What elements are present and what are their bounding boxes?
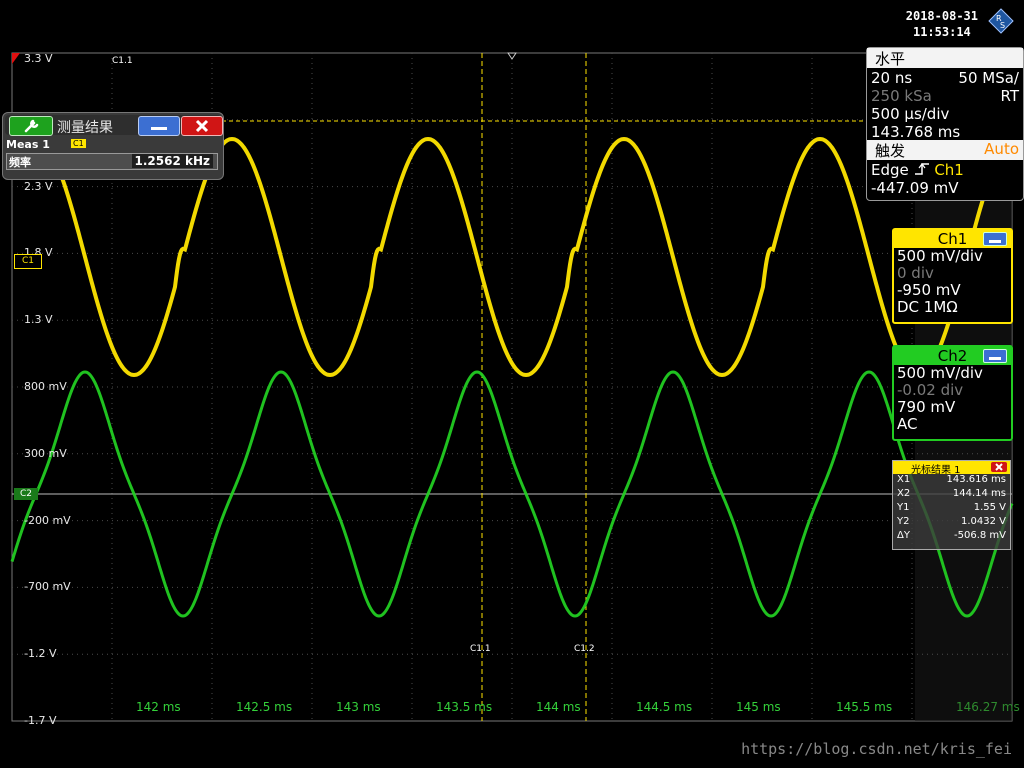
ch1-coupling: DC 1MΩ [897, 298, 958, 316]
y-tick-label: -1.2 V [24, 647, 57, 661]
trigger-type: Edge [871, 161, 909, 179]
ch1-panel[interactable]: Ch1 500 mV/div 0 div -950 mV DC 1MΩ [892, 228, 1013, 324]
ch1-scale: 500 mV/div [897, 247, 983, 265]
cursor-result-key: Y1 [897, 502, 910, 513]
ch2-offset-marker[interactable]: C2 [14, 488, 38, 500]
measurement-panel-header: 测量结果 [5, 115, 223, 136]
ch1-offset: -950 mV [897, 281, 961, 299]
horizontal-trigger-panel[interactable]: 水平 20 ns 50 MSa/ 250 kSa RT 500 µs/div 1… [866, 47, 1024, 201]
y-tick-label: -700 mV [24, 580, 71, 594]
measurement-param: 频率 [9, 156, 31, 169]
ch1-name: Ch1 [937, 230, 968, 248]
measurement-panel[interactable]: 测量结果 Meas 1 C1 频率 1.2562 kHz [2, 112, 224, 180]
y-tick-label: 2.3 V [24, 179, 53, 193]
ch2-position: -0.02 div [897, 381, 964, 399]
cursor-result-value: 1.55 V [973, 502, 1006, 513]
measurement-minimize-button[interactable] [138, 116, 180, 136]
measurement-panel-title: 测量结果 [57, 120, 113, 136]
cursor-result-key: Y2 [897, 516, 910, 527]
measurement-settings-button[interactable] [9, 116, 53, 136]
trigger-header-label: 触发 [875, 142, 906, 160]
cursor-result-key: X2 [897, 488, 911, 499]
trigger-header[interactable]: 触发 Auto [867, 140, 1023, 160]
ch2-scale: 500 mV/div [897, 364, 983, 382]
y-tick-label: -200 mV [24, 513, 71, 527]
ch2-minimize-button[interactable] [983, 349, 1007, 363]
horizontal-record-length: 250 kSa [871, 87, 932, 105]
minimize-icon [151, 127, 167, 130]
ch1-header[interactable]: Ch1 [894, 230, 1011, 248]
time-text: 11:53:14 [912, 25, 971, 39]
cursor-result-row: X1 143.616 ms [893, 474, 1010, 488]
trigger-source: Ch1 [934, 161, 964, 179]
cursor-results-header[interactable]: 光标结果 1 [893, 461, 1010, 476]
wrench-icon [24, 119, 39, 133]
rs-logo-icon: R S [988, 8, 1014, 34]
cursor-result-key: X1 [897, 474, 911, 485]
close-icon [995, 463, 1003, 471]
cursor-result-value: 143.616 ms [946, 474, 1006, 485]
trigger-setting: Edge Ch1 [871, 161, 964, 179]
horizontal-header[interactable]: 水平 [867, 48, 1023, 68]
ch2-header[interactable]: Ch2 [894, 347, 1011, 365]
horizontal-position: 143.768 ms [871, 123, 961, 141]
rising-edge-icon [914, 163, 929, 175]
cursor-result-row: X2 144.14 ms [893, 488, 1010, 502]
y-tick-label: -1.7 V [24, 714, 57, 727]
datetime-display: 2018-08-31 11:53:14 [906, 8, 978, 40]
cursor-result-value: 144.14 ms [952, 488, 1006, 499]
minimize-icon [989, 240, 1001, 243]
ch1-position: 0 div [897, 264, 934, 282]
close-icon [195, 119, 209, 133]
minimize-icon [989, 357, 1001, 360]
cursor-result-row: Y2 1.0432 V [893, 516, 1010, 530]
cursor-c11-bottom-label: C1.1 [470, 644, 491, 654]
horizontal-sample-rate: 50 MSa/ [958, 69, 1019, 87]
cursor-c11-top-label: C1.1 [112, 56, 133, 66]
measurement-value: 1.2562 kHz [131, 154, 213, 168]
cursor-results-panel[interactable]: 光标结果 1 X1 143.616 ms X2 144.14 ms Y1 1.55 V Y2… [892, 460, 1011, 550]
cursor-c12-bottom-label: C1.2 [574, 644, 595, 654]
x-tick-label: 142.5 ms [236, 700, 293, 714]
measurement-close-button[interactable] [181, 116, 223, 136]
trigger-level: -447.09 mV [871, 179, 959, 197]
ch2-name: Ch2 [937, 347, 968, 365]
x-tick-label: 146.27 ms [956, 700, 1020, 714]
cursor-result-value: 1.0432 V [960, 516, 1006, 527]
ch1-minimize-button[interactable] [983, 232, 1007, 246]
cursor-results-close-button[interactable] [991, 462, 1007, 472]
y-tick-label: 3.3 V [24, 52, 53, 65]
x-tick-label: 142 ms [136, 700, 181, 714]
svg-text:S: S [1000, 21, 1005, 30]
y-tick-label: 300 mV [24, 446, 67, 460]
x-tick-label: 143.5 ms [436, 700, 493, 714]
measurement-result-row: 频率 1.2562 kHz [6, 153, 218, 170]
trigger-mode: Auto [984, 140, 1019, 158]
y-tick-label: 800 mV [24, 380, 67, 393]
measurement-name: Meas 1 [6, 138, 50, 151]
cursor-result-value: -506.8 mV [954, 530, 1006, 541]
ch1-offset-marker[interactable]: C1 [14, 254, 42, 269]
x-tick-label: 143 ms [336, 700, 381, 714]
watermark-text: https://blog.csdn.net/kris_fei [741, 740, 1012, 758]
x-tick-label: 145.5 ms [836, 700, 893, 714]
x-tick-label: 144 ms [536, 700, 581, 714]
cursor-result-key: ΔY [897, 530, 910, 541]
x-tick-label: 144.5 ms [636, 700, 693, 714]
horizontal-resolution: 20 ns [871, 69, 913, 87]
measurement-source-badge: C1 [71, 139, 86, 148]
y-tick-label: 1.3 V [24, 313, 53, 327]
oscilloscope-screen: 3.3 V2.8 V2.3 V1.8 V1.3 V800 mV300 mV-20… [0, 0, 1024, 768]
cursor-result-row: ΔY -506.8 mV [893, 530, 1010, 544]
ch2-coupling: AC [897, 415, 918, 433]
date-text: 2018-08-31 [905, 9, 978, 23]
ch2-panel[interactable]: Ch2 500 mV/div -0.02 div 790 mV AC [892, 345, 1013, 441]
ch2-offset: 790 mV [897, 398, 956, 416]
horizontal-timebase: 500 µs/div [871, 105, 950, 123]
cursor-result-row: Y1 1.55 V [893, 502, 1010, 516]
horizontal-mode: RT [1000, 87, 1020, 105]
x-tick-label: 145 ms [736, 700, 781, 714]
